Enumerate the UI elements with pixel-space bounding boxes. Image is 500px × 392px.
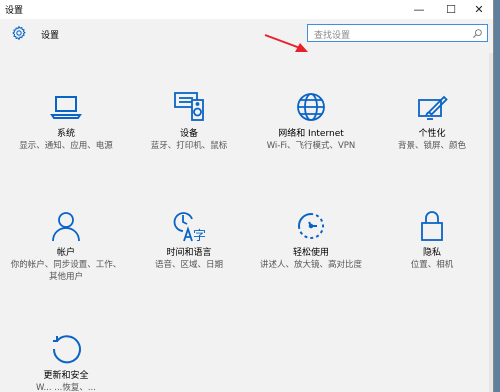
tile-network[interactable]: 网络和 Internet Wi-Fi、飞行模式、VPN xyxy=(249,90,373,152)
tile-personalization[interactable]: 个性化 背景、锁屏、颜色 xyxy=(370,90,493,152)
tile-description: 显示、通知、应用、电源 xyxy=(19,141,113,151)
person-icon xyxy=(52,212,80,242)
settings-header: 设置 查找设置 xyxy=(0,19,493,53)
svg-text:字: 字 xyxy=(193,229,206,243)
maximize-icon: ☐ xyxy=(446,3,456,16)
tile-name: 网络和 Internet xyxy=(278,129,344,139)
tile-description: 讲述人、放大镜、高对比度 xyxy=(259,260,362,270)
tile-name: 隐私 xyxy=(422,248,441,258)
gear-icon xyxy=(12,25,26,41)
tile-description: 你的帐户、同步设置、工作、其他用户 xyxy=(10,260,122,282)
laptop-icon xyxy=(50,96,82,119)
tile-privacy[interactable]: 隐私 位置、相机 xyxy=(370,209,493,271)
tile-ease-of-access[interactable]: 轻松使用 讲述人、放大镜、高对比度 xyxy=(249,209,373,271)
window-title: 设置 xyxy=(5,6,24,16)
scrollbar[interactable] xyxy=(489,53,493,392)
tile-accounts[interactable]: 帐户 你的帐户、同步设置、工作、其他用户 xyxy=(4,209,128,283)
minimize-icon: — xyxy=(413,3,425,16)
search-input[interactable]: 查找设置 xyxy=(307,24,488,42)
tile-name: 设备 xyxy=(179,129,198,139)
tile-description: 背景、锁屏、颜色 xyxy=(397,141,466,151)
tile-name: 帐户 xyxy=(56,248,75,258)
maximize-button[interactable]: ☐ xyxy=(436,0,466,19)
globe-icon xyxy=(297,93,325,121)
tile-name: 轻松使用 xyxy=(292,248,329,258)
tile-description: W... ...恢复、... xyxy=(36,383,96,392)
close-button[interactable]: ✕ xyxy=(464,0,493,19)
search-icon xyxy=(472,29,482,39)
tile-name: 系统 xyxy=(56,129,75,139)
lock-icon xyxy=(421,211,443,241)
desktop-background xyxy=(494,0,500,392)
close-icon: ✕ xyxy=(474,3,484,16)
tile-devices[interactable]: 设备 蓝牙、打印机、鼠标 xyxy=(127,90,251,152)
ease-of-access-icon xyxy=(298,213,324,239)
time-language-icon: 字 xyxy=(173,212,206,243)
tile-description: Wi-Fi、飞行模式、VPN xyxy=(266,141,356,151)
tile-name: 更新和安全 xyxy=(43,371,89,381)
settings-window: 设置 — ☐ ✕ 设置 查找设置 系统 显示、通知、应用、电源 设备 蓝牙、打印… xyxy=(0,0,494,392)
devices-icon xyxy=(174,92,204,121)
annotation-arrow xyxy=(264,34,308,52)
tile-description: 语音、区域、日期 xyxy=(154,260,223,270)
minimize-button[interactable]: — xyxy=(404,0,434,19)
title-bar: 设置 — ☐ ✕ xyxy=(0,0,493,19)
update-icon xyxy=(52,335,81,364)
personalization-icon xyxy=(418,95,448,120)
search-placeholder: 查找设置 xyxy=(314,31,351,41)
tile-name: 时间和语言 xyxy=(166,248,212,258)
page-title: 设置 xyxy=(41,31,60,41)
tile-update-security[interactable]: 更新和安全 W... ...恢复、... xyxy=(4,332,128,392)
tile-time-language[interactable]: 字 时间和语言 语音、区域、日期 xyxy=(127,209,251,271)
tile-system[interactable]: 系统 显示、通知、应用、电源 xyxy=(4,90,128,152)
tile-description: 位置、相机 xyxy=(410,260,454,270)
tile-description: 蓝牙、打印机、鼠标 xyxy=(150,141,228,151)
tile-name: 个性化 xyxy=(418,129,446,139)
